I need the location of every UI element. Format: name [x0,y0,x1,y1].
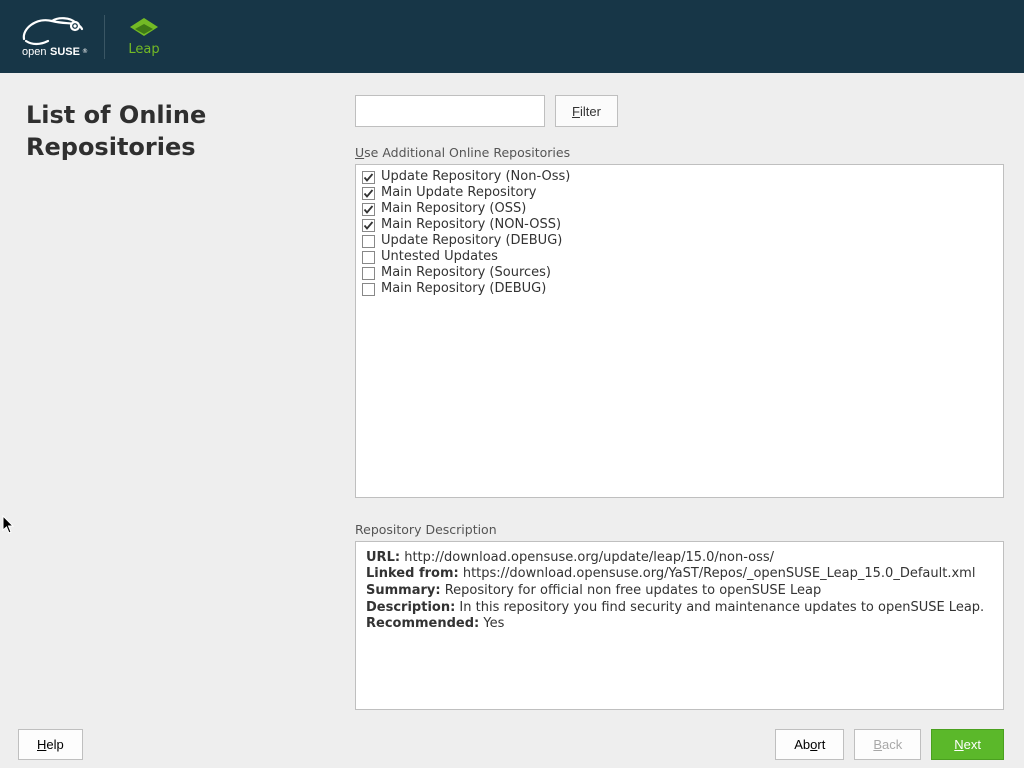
repo-row[interactable]: Update Repository (DEBUG) [362,234,995,250]
repo-checkbox[interactable] [362,203,375,216]
repo-label: Update Repository (Non-Oss) [381,170,570,185]
repo-label: Main Repository (NON-OSS) [381,218,561,233]
desc-linked: Linked from: https://download.opensuse.o… [366,566,993,582]
leap-diamond-icon [127,16,161,40]
repo-row[interactable]: Main Repository (NON-OSS) [362,218,995,234]
repo-row[interactable]: Update Repository (Non-Oss) [362,170,995,186]
svg-text:SUSE: SUSE [50,46,80,58]
repo-label: Update Repository (DEBUG) [381,234,562,249]
back-button[interactable]: Back [854,729,921,760]
repo-checkbox[interactable] [362,235,375,248]
repo-checkbox[interactable] [362,187,375,200]
repo-checkbox[interactable] [362,283,375,296]
filter-button[interactable]: Filter [555,95,618,127]
repo-label: Main Repository (DEBUG) [381,282,546,297]
desc-rec: Recommended: Yes [366,616,993,632]
main-area: List of Online Repositories Filter Use A… [0,73,1024,720]
repo-checkbox[interactable] [362,251,375,264]
repo-description-box: URL: http://download.opensuse.org/update… [355,541,1004,710]
repo-label: Main Repository (OSS) [381,202,526,217]
repo-row[interactable]: Untested Updates [362,250,995,266]
desc-summary: Summary: Repository for official non fre… [366,583,993,599]
repo-list[interactable]: Update Repository (Non-Oss)Main Update R… [355,164,1004,498]
right-column: Filter Use Additional Online Repositorie… [355,73,1024,720]
next-button[interactable]: Next [931,729,1004,760]
desc-desc: Description: In this repository you find… [366,600,993,616]
filter-row: Filter [355,95,1004,127]
opensuse-logo: open SUSE ® [18,0,88,73]
svg-text:open: open [22,46,46,58]
repo-label: Main Repository (Sources) [381,266,551,281]
repo-checkbox[interactable] [362,219,375,232]
repo-row[interactable]: Main Repository (OSS) [362,202,995,218]
desc-url: URL: http://download.opensuse.org/update… [366,550,993,566]
page-title: List of Online Repositories [26,99,337,164]
left-column: List of Online Repositories [0,73,355,720]
repo-checkbox[interactable] [362,267,375,280]
filter-input[interactable] [355,95,545,127]
header-divider [104,15,105,59]
header-bar: open SUSE ® Leap [0,0,1024,73]
repo-checkbox[interactable] [362,171,375,184]
svg-text:®: ® [82,48,88,55]
abort-button[interactable]: Abort [775,729,844,760]
repo-row[interactable]: Main Repository (DEBUG) [362,282,995,298]
leap-text: Leap [128,42,159,57]
help-button[interactable]: Help [18,729,83,760]
opensuse-gecko-icon: open SUSE ® [18,11,88,59]
footer-bar: Help Abort Back Next [0,720,1024,768]
leap-logo: Leap [127,16,161,57]
repo-label: Untested Updates [381,250,498,265]
repo-label: Main Update Repository [381,186,537,201]
repo-description-label: Repository Description [355,522,1004,537]
repo-row[interactable]: Main Update Repository [362,186,995,202]
repo-row[interactable]: Main Repository (Sources) [362,266,995,282]
repo-section-label: Use Additional Online Repositories [355,145,1004,160]
